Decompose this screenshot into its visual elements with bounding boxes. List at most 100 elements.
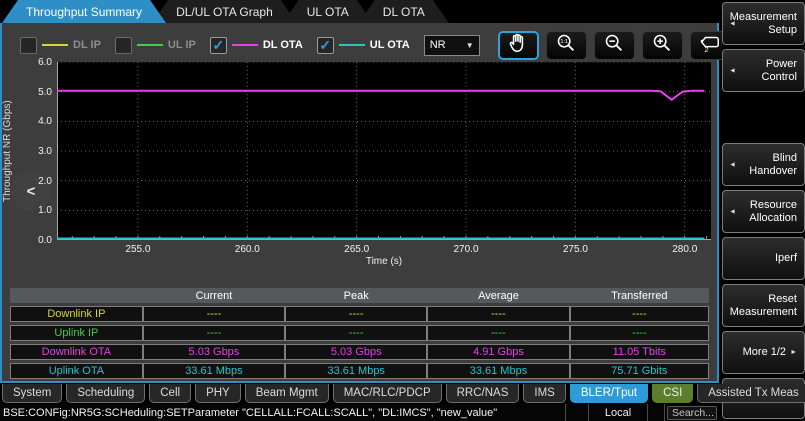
hand-pan-button[interactable] <box>498 31 539 60</box>
table-header-row: CurrentPeakAverageTransferred <box>10 288 709 303</box>
zoom-out-button[interactable] <box>594 31 635 60</box>
config-tab-phy[interactable]: PHY <box>195 384 241 403</box>
series-color-swatch <box>42 44 68 46</box>
status-bar-right: Local Search... <box>565 404 719 421</box>
table-cell: 33.61 Mbps <box>285 363 427 379</box>
zoom-1to1-icon: 1:1 <box>554 32 578 59</box>
softkey-sidebar: ◄MeasurementSetup◄PowerControl ◄BlindHand… <box>722 0 805 421</box>
softkey-power-control[interactable]: ◄PowerControl <box>722 49 805 92</box>
row-label: Downlink OTA <box>10 344 143 360</box>
softkey-measurement-setup[interactable]: ◄MeasurementSetup <box>722 2 805 45</box>
legend-checkbox-ul-ota[interactable]: ✓ <box>317 37 334 54</box>
table-cell: 4.91 Gbps <box>427 344 569 360</box>
softkey-resource-allocation[interactable]: ◄ ResourceAllocation <box>722 190 805 233</box>
softkey-label: Allocation <box>749 212 797 225</box>
config-tab-cell[interactable]: Cell <box>149 384 191 403</box>
technology-value: NR <box>430 39 446 51</box>
legend-toolbar-row: ✓DL IP✓UL IP✓DL OTA✓UL OTANR▼1:121282200… <box>20 29 805 61</box>
zoom-1to1-button[interactable]: 1:1 <box>546 31 587 60</box>
hand-pan-icon <box>506 32 530 59</box>
graph-tab-bar: Throughput SummaryDL/UL OTA GraphUL OTAD… <box>2 0 435 23</box>
y-tick-label: 6.0 <box>18 57 52 68</box>
config-tab-mac-rlc-pdcp[interactable]: MAC/RLC/PDCP <box>333 384 442 403</box>
config-tab-csi[interactable]: CSI <box>652 384 693 403</box>
legend-label: UL OTA <box>370 39 410 51</box>
column-header-average: Average <box>427 288 569 303</box>
chevron-down-icon: ▼ <box>466 41 474 50</box>
chevron-left-icon: ◄ <box>729 205 736 218</box>
status-segment <box>566 404 588 421</box>
softkey-label: Reset <box>768 293 797 306</box>
table-corner-header <box>10 288 143 303</box>
table-cell: 75.71 Gbits <box>570 363 709 379</box>
softkey-blind-handover[interactable]: ◄BlindHandover <box>722 143 805 186</box>
config-tab-scheduling[interactable]: Scheduling <box>66 384 145 403</box>
config-tab-system[interactable]: System <box>2 384 62 403</box>
config-tab-beam-mgmt[interactable]: Beam Mgmt <box>245 384 329 403</box>
softkey-label: Measurement <box>730 11 797 24</box>
column-header-peak: Peak <box>285 288 427 303</box>
table-cell: ---- <box>427 325 569 341</box>
y-tick-label: 3.0 <box>18 146 52 157</box>
tab-ul-ota[interactable]: UL OTA <box>283 0 373 23</box>
config-tab-bler-tput[interactable]: BLER/Tput <box>570 384 648 403</box>
legend-checkbox-ul-ip[interactable]: ✓ <box>115 37 132 54</box>
x-axis-label: Time (s) <box>324 256 444 267</box>
legend-label: DL IP <box>73 39 101 51</box>
y-tick-label: 4.0 <box>18 116 52 127</box>
throughput-summary-panel: Throughput SummaryDL/UL OTA GraphUL OTAD… <box>0 0 719 383</box>
tab-dl-ul-ota-graph[interactable]: DL/UL OTA Graph <box>152 0 297 23</box>
legend-checkbox-dl-ota[interactable]: ✓ <box>210 37 227 54</box>
chevron-left-icon: ◄ <box>729 64 736 77</box>
x-tick-label: 255.0 <box>116 244 160 255</box>
legend-item-dl-ota: ✓ DL OTA <box>210 37 303 54</box>
zoom-in-icon <box>650 32 674 59</box>
config-tab-ims[interactable]: IMS <box>523 384 565 403</box>
table-cell: 33.61 Mbps <box>427 363 569 379</box>
x-tick-label: 260.0 <box>225 244 269 255</box>
table-cell: ---- <box>570 325 709 341</box>
y-axis-label: Throughput NR (Gbps) <box>2 62 18 240</box>
status-bar: BSE:CONFig:NR5G:SCHeduling:SETParameter … <box>0 404 719 421</box>
softkey-label: More 1/2 <box>743 346 786 359</box>
throughput-table: CurrentPeakAverageTransferred Downlink I… <box>10 285 709 382</box>
throughput-chart: Throughput NR (Gbps) < Time (s) 0.01.02.… <box>2 59 717 283</box>
y-tick-label: 5.0 <box>18 87 52 98</box>
softkey-reset-measurement[interactable]: ResetMeasurement <box>722 284 805 327</box>
table-cell: ---- <box>143 325 285 341</box>
tab-dl-ota[interactable]: DL OTA <box>359 0 449 23</box>
column-header-current: Current <box>143 288 285 303</box>
config-tab-rrc-nas[interactable]: RRC/NAS <box>446 384 520 403</box>
table-row-uplink-ota: Uplink OTA33.61 Mbps33.61 Mbps33.61 Mbps… <box>10 363 709 379</box>
table-cell: 33.61 Mbps <box>143 363 285 379</box>
softkey-iperf[interactable]: Iperf <box>722 237 805 280</box>
softkey-label: Blind <box>773 152 797 165</box>
table-cell: 11.05 Tbits <box>570 344 709 360</box>
y-tick-label: 0.0 <box>18 235 52 246</box>
softkey-more-pages[interactable]: More 1/2► <box>722 331 805 374</box>
technology-dropdown[interactable]: NR ▼ <box>424 35 480 56</box>
mode-indicator: Local <box>589 404 647 421</box>
table-cell: ---- <box>427 306 569 322</box>
table-cell: ---- <box>143 306 285 322</box>
softkey-label: Measurement <box>730 306 797 319</box>
legend-label: DL OTA <box>263 39 303 51</box>
svg-text:2: 2 <box>705 45 709 54</box>
legend-checkbox-dl-ip[interactable]: ✓ <box>20 37 37 54</box>
chart-plot-area[interactable] <box>57 62 711 240</box>
panel-body: ✓DL IP✓UL IP✓DL OTA✓UL OTANR▼1:121282200… <box>0 23 719 383</box>
y-tick-label: 2.0 <box>18 176 52 187</box>
table-row-uplink-ip: Uplink IP---------------- <box>10 325 709 341</box>
series-color-swatch <box>339 44 365 46</box>
svg-text:1:1: 1:1 <box>561 39 569 45</box>
search-input[interactable]: Search... <box>667 406 717 420</box>
marker-2-icon: 2 <box>697 32 723 59</box>
tab-throughput-summary[interactable]: Throughput Summary <box>2 0 166 23</box>
x-tick-label: 280.0 <box>663 244 707 255</box>
softkey-label: Resource <box>750 199 797 212</box>
config-tab-bar: SystemSchedulingCellPHYBeam MgmtMAC/RLC/… <box>2 384 805 404</box>
table-row-downlink-ip: Downlink IP---------------- <box>10 306 709 322</box>
table-cell: 5.03 Gbps <box>285 344 427 360</box>
zoom-in-button[interactable] <box>642 31 683 60</box>
config-tab-assisted-tx-meas[interactable]: Assisted Tx Meas <box>697 384 805 403</box>
